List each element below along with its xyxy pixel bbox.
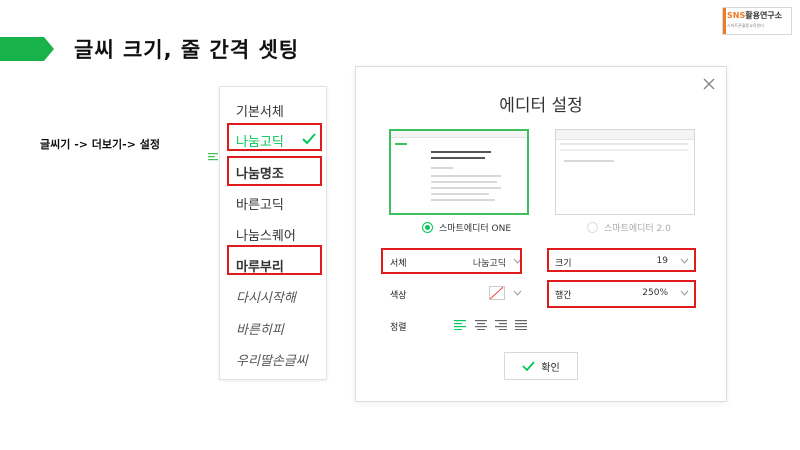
alignment-setting-label: 정렬 xyxy=(390,323,407,333)
preview-line xyxy=(431,151,491,153)
font-option-nanum-gothic[interactable]: 나눔고딕 xyxy=(220,125,326,155)
chevron-down-icon[interactable] xyxy=(513,258,522,264)
line-height-setting-value[interactable]: 250% xyxy=(626,288,668,298)
checkmark-icon xyxy=(302,133,316,145)
editor-two-label: 스마트에디터 2.0 xyxy=(604,224,671,234)
preview-line xyxy=(560,143,688,145)
editor-one-label: 스마트에디터 ONE xyxy=(439,224,512,234)
editor-one-preview[interactable] xyxy=(389,129,529,215)
font-option-barun-gothic[interactable]: 바른고딕 xyxy=(220,188,326,218)
font-option-barun-hippie[interactable]: 바른히피 xyxy=(220,313,326,343)
align-justify-icon[interactable] xyxy=(515,320,527,330)
align-center-icon[interactable] xyxy=(475,320,487,330)
instruction-text: 글씨기 -> 더보기-> 설정 xyxy=(40,138,161,151)
preview-line xyxy=(395,143,407,145)
editor-two-option[interactable]: 스마트에디터 2.0 xyxy=(587,221,671,234)
logo-main-text: SNS활용연구소 xyxy=(727,11,783,20)
font-option-default[interactable]: 기본서체 xyxy=(220,95,326,125)
preview-line xyxy=(560,149,688,151)
align-left-icon[interactable] xyxy=(454,320,466,330)
size-setting-value[interactable]: 19 xyxy=(636,256,668,266)
preview-line xyxy=(431,181,497,183)
color-setting-label: 색상 xyxy=(390,291,407,301)
align-right-icon[interactable] xyxy=(495,320,507,330)
font-dropdown: 기본서체 나눔고딕 나눔명조 바른고딕 나눔스퀘어 마루부리 다시시작해 바른히… xyxy=(219,86,327,380)
chevron-down-icon[interactable] xyxy=(513,290,522,296)
close-icon[interactable] xyxy=(702,77,716,91)
radio-unselected-icon[interactable] xyxy=(587,222,598,233)
size-setting-label: 크기 xyxy=(555,259,572,269)
font-setting-value[interactable]: 나눔고딕 xyxy=(456,256,506,269)
preview-toolbar xyxy=(391,131,527,138)
editor-two-preview[interactable] xyxy=(555,129,695,215)
font-option-nanum-myeongjo[interactable]: 나눔명조 xyxy=(220,157,326,187)
preview-line xyxy=(431,167,453,169)
preview-toolbar xyxy=(556,130,694,140)
font-option-nanum-square[interactable]: 나눔스퀘어 xyxy=(220,219,326,249)
font-option-maruburi[interactable]: 마루부리 xyxy=(220,250,326,280)
chevron-down-icon[interactable] xyxy=(680,290,689,296)
preview-line xyxy=(431,193,489,195)
align-icon xyxy=(208,153,218,161)
editor-settings-modal: 에디터 설정 스마트에디터 ONE 스마트에디터 2.0 서체 나눔고딕 크기 … xyxy=(355,66,727,402)
chevron-down-icon[interactable] xyxy=(680,258,689,264)
font-option-uri-ttal-songeulssi[interactable]: 우리딸손글씨 xyxy=(220,344,326,374)
title-arrow-icon xyxy=(0,37,54,61)
preview-line xyxy=(431,199,495,201)
preview-line xyxy=(431,187,501,189)
logo: SNS활용연구소 스마트폰활용교육센터 xyxy=(722,7,792,35)
logo-accent-bar xyxy=(723,8,726,34)
logo-subtitle: 스마트폰활용교육센터 xyxy=(727,23,764,28)
preview-line xyxy=(431,175,501,177)
color-swatch[interactable] xyxy=(489,286,505,300)
confirm-button[interactable]: 확인 xyxy=(504,352,578,380)
font-option-dasi-sijakhae[interactable]: 다시시작해 xyxy=(220,281,326,311)
radio-selected-icon[interactable] xyxy=(422,222,433,233)
modal-title: 에디터 설정 xyxy=(499,96,583,116)
checkmark-icon xyxy=(522,361,535,371)
preview-line xyxy=(431,157,485,159)
editor-one-option[interactable]: 스마트에디터 ONE xyxy=(422,221,511,234)
confirm-label: 확인 xyxy=(541,362,560,374)
font-setting-label: 서체 xyxy=(390,259,407,269)
slide-title: 글씨 크기, 줄 간격 셋팅 xyxy=(74,38,300,62)
line-height-setting-label: 행간 xyxy=(555,291,572,301)
preview-line xyxy=(564,160,614,162)
